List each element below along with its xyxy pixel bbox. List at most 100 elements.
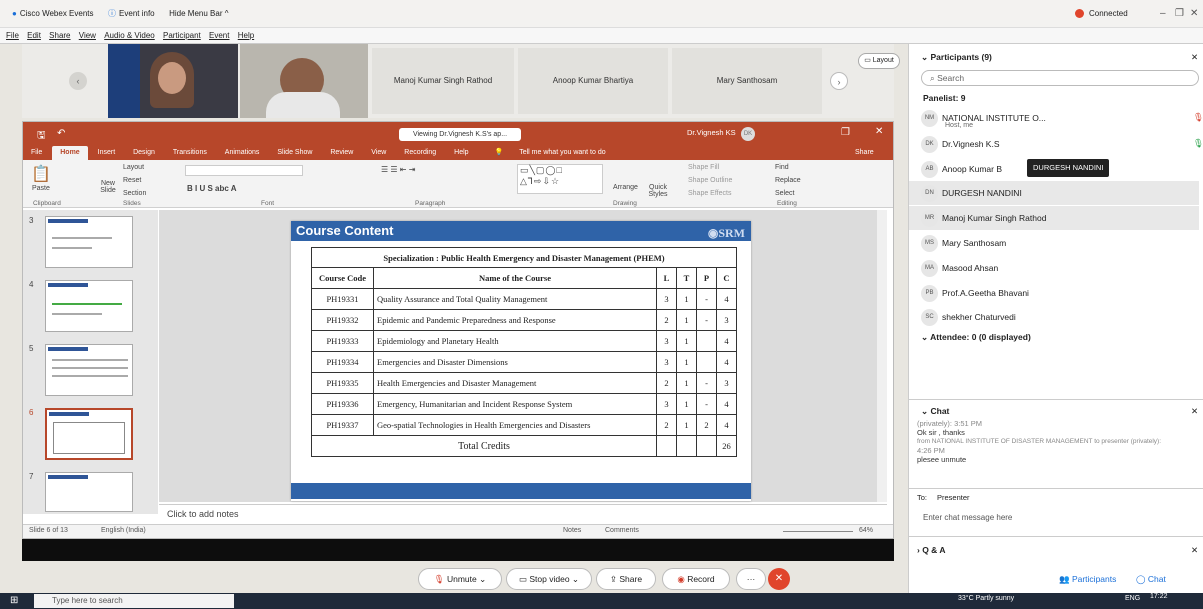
tab-insert[interactable]: Insert: [90, 146, 124, 160]
comments-button[interactable]: Comments: [605, 527, 639, 534]
weather-widget[interactable]: 33°C Partly sunny: [958, 595, 1014, 602]
language-indicator[interactable]: ENG: [1125, 595, 1140, 602]
tab-file[interactable]: File: [23, 146, 50, 160]
chat-title[interactable]: ⌄ Chat: [921, 406, 949, 417]
panelist-header[interactable]: Panelist: 9: [923, 93, 966, 103]
event-info-button[interactable]: ⓘ Event info: [108, 0, 155, 28]
notes-button[interactable]: Notes: [563, 527, 581, 534]
video-tile-mary[interactable]: Mary Santhosam: [672, 48, 822, 114]
tab-home[interactable]: Home: [52, 146, 88, 160]
windows-start-icon[interactable]: ⊞: [10, 595, 18, 606]
participant-row[interactable]: MA Masood Ahsan: [921, 256, 1201, 280]
slide-scrollbar[interactable]: [877, 210, 887, 502]
clock[interactable]: 17:22: [1150, 593, 1168, 600]
section-dropdown[interactable]: Section: [123, 190, 146, 197]
participant-row[interactable]: PB Prof.A.Geetha Bhavani: [921, 281, 1201, 305]
menu-event[interactable]: Event: [209, 31, 229, 40]
close-chat-icon[interactable]: ✕: [1191, 406, 1198, 417]
qa-title[interactable]: › Q & A: [917, 545, 946, 555]
participants-panel-button[interactable]: 👥 Participants: [1059, 574, 1116, 585]
leave-meeting-button[interactable]: ✕: [768, 568, 790, 590]
reset-button[interactable]: Reset: [123, 177, 141, 184]
hide-menu-bar-button[interactable]: Hide Menu Bar ^: [169, 0, 228, 28]
layout-dropdown[interactable]: Layout: [123, 164, 144, 171]
record-button[interactable]: ◉ Record: [662, 568, 730, 590]
shape-fill-button[interactable]: Shape Fill: [688, 164, 719, 171]
zoom-slider[interactable]: [783, 531, 853, 532]
tab-review[interactable]: Review: [322, 146, 361, 160]
close-participants-icon[interactable]: ✕: [1191, 52, 1198, 63]
participant-row[interactable]: MS Mary Santhosam: [921, 231, 1201, 255]
participant-search-input[interactable]: ⌕ Search: [921, 70, 1199, 86]
video-tile-presenter-2[interactable]: [240, 44, 368, 118]
menu-help[interactable]: Help: [238, 31, 254, 40]
menu-file[interactable]: File: [6, 31, 19, 40]
close-button[interactable]: ✕: [1190, 0, 1198, 28]
slide-thumbnail-4[interactable]: [45, 280, 133, 332]
tab-view[interactable]: View: [363, 146, 394, 160]
paste-button[interactable]: Paste: [32, 185, 50, 192]
restore-button[interactable]: ❐: [1175, 0, 1184, 28]
menu-view[interactable]: View: [79, 31, 96, 40]
ppt-share-button[interactable]: Share: [847, 146, 882, 160]
find-button[interactable]: Find: [775, 164, 789, 171]
participant-row[interactable]: NM NATIONAL INSTITUTE O... Host, me: [921, 106, 1201, 130]
minimize-button[interactable]: –: [1160, 0, 1166, 28]
user-avatar[interactable]: DK: [741, 127, 755, 141]
tab-slide-show[interactable]: Slide Show: [269, 146, 320, 160]
video-tile-anoop[interactable]: Anoop Kumar Bhartiya: [518, 48, 668, 114]
select-button[interactable]: Select: [775, 190, 794, 197]
taskbar-search[interactable]: Type here to search: [34, 594, 234, 608]
stop-video-button[interactable]: ▭ Stop video ⌄: [506, 568, 592, 590]
slide-thumbnail-5[interactable]: [45, 344, 133, 396]
notes-pane[interactable]: Click to add notes: [159, 504, 887, 522]
chat-input[interactable]: Enter chat message here: [923, 513, 1012, 522]
tell-me-box[interactable]: 💡 Tell me what you want to do: [479, 146, 622, 160]
participant-row[interactable]: DK Dr.Vignesh K.S: [921, 132, 1201, 156]
layout-button[interactable]: ▭ Layout: [858, 53, 900, 69]
close-qa-icon[interactable]: ✕: [1191, 545, 1198, 556]
unmute-button[interactable]: 🎙 Unmute ⌄: [418, 568, 502, 590]
zoom-level[interactable]: 64%: [859, 527, 873, 534]
font-format-buttons[interactable]: B I U S abc A: [187, 184, 237, 193]
font-name-box[interactable]: [185, 165, 303, 176]
participant-row-selected[interactable]: DN DURGESH NANDINI: [909, 181, 1199, 205]
slide-thumbnail-7[interactable]: [45, 472, 133, 512]
video-tile-manoj[interactable]: Manoj Kumar Singh Rathod: [372, 48, 514, 114]
ppt-restore-icon[interactable]: ❐: [841, 127, 850, 138]
shapes-gallery[interactable]: ▭╲▢◯□ △⅂⇨⇩☆: [517, 164, 603, 194]
participants-title[interactable]: ⌄ Participants (9): [921, 52, 992, 63]
tab-help[interactable]: Help: [446, 146, 476, 160]
tab-design[interactable]: Design: [125, 146, 163, 160]
more-options-button[interactable]: ···: [736, 568, 766, 590]
menu-audio-video[interactable]: Audio & Video: [104, 31, 155, 40]
shape-effects-button[interactable]: Shape Effects: [688, 190, 731, 197]
ppt-close-icon[interactable]: ✕: [875, 126, 883, 137]
attendee-header[interactable]: ⌄ Attendee: 0 (0 displayed): [921, 332, 1031, 343]
participant-row[interactable]: SC shekher Chaturvedi: [921, 305, 1201, 329]
share-button[interactable]: ⇪ Share: [596, 568, 656, 590]
menu-participant[interactable]: Participant: [163, 31, 201, 40]
arrange-button[interactable]: Arrange: [613, 184, 638, 191]
replace-button[interactable]: Replace: [775, 177, 801, 184]
tab-transitions[interactable]: Transitions: [165, 146, 215, 160]
undo-icon[interactable]: ↶: [57, 128, 65, 139]
current-slide[interactable]: Course Content ◉SRM Specialization : Pub…: [291, 221, 751, 501]
tab-animations[interactable]: Animations: [217, 146, 268, 160]
shape-outline-button[interactable]: Shape Outline: [688, 177, 732, 184]
video-tile-presenter-1[interactable]: [108, 44, 238, 118]
participant-row[interactable]: MR Manoj Kumar Singh Rathod: [909, 206, 1199, 230]
menu-share[interactable]: Share: [49, 31, 70, 40]
menu-edit[interactable]: Edit: [27, 31, 41, 40]
scroll-right-button[interactable]: ›: [830, 72, 848, 90]
tab-recording[interactable]: Recording: [396, 146, 444, 160]
paragraph-buttons[interactable]: ☰ ☰ ⇤ ⇥: [381, 165, 415, 174]
chat-recipient-select[interactable]: Presenter: [937, 493, 970, 502]
scroll-left-button[interactable]: ‹: [69, 72, 87, 90]
new-slide-button[interactable]: New Slide: [96, 180, 120, 194]
chat-panel-button[interactable]: ◯ Chat: [1136, 574, 1166, 585]
slide-thumbnail-3[interactable]: [45, 216, 133, 268]
save-icon[interactable]: 🖫: [37, 128, 46, 145]
quick-styles-button[interactable]: Quick Styles: [647, 184, 669, 198]
slide-thumbnail-6-selected[interactable]: [45, 408, 133, 460]
